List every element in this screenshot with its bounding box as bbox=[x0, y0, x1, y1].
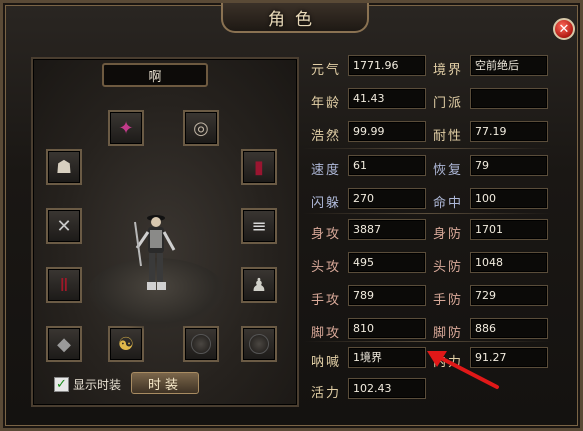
stat-value-shoufang: 729 bbox=[470, 285, 548, 306]
stat-label-yuanqi: 元气 bbox=[311, 63, 342, 78]
stat-label-mingzhong: 命中 bbox=[433, 196, 464, 211]
stat-value-mingzhong: 100 bbox=[470, 188, 548, 209]
show-fashion-checkbox[interactable]: ✓ bbox=[54, 377, 69, 392]
stat-value-shanduo: 270 bbox=[348, 188, 426, 209]
pants-icon: Ⅱ bbox=[59, 274, 69, 296]
stat-label-jingjie: 境界 bbox=[433, 63, 464, 78]
window-title: 角色 bbox=[268, 9, 322, 30]
stat-label-huoli: 活力 bbox=[311, 386, 342, 401]
yinyang-icon: ☯ bbox=[117, 333, 135, 355]
stat-label-menpai: 门派 bbox=[433, 96, 464, 111]
stat-label-haoran: 浩然 bbox=[311, 129, 342, 144]
pants-slot[interactable]: Ⅱ bbox=[46, 267, 82, 303]
stat-value-toufang: 1048 bbox=[470, 252, 548, 273]
stat-label-shenfang: 身防 bbox=[433, 227, 464, 242]
gem-icon: ◆ bbox=[57, 333, 71, 355]
stat-value-shengong: 3887 bbox=[348, 219, 426, 240]
stat-value-shougong: 789 bbox=[348, 285, 426, 306]
armor-slot[interactable]: ☗ bbox=[46, 149, 82, 185]
stat-value-yuanqi: 1771.96 bbox=[348, 55, 426, 76]
stat-label-nianling: 年龄 bbox=[311, 96, 342, 111]
close-icon: ✕ bbox=[558, 21, 570, 37]
divider bbox=[303, 213, 551, 214]
talisman-slot[interactable]: ☯ bbox=[108, 326, 144, 362]
divider bbox=[303, 148, 551, 149]
show-fashion-toggle[interactable]: ✓ 显示时装 bbox=[54, 376, 121, 393]
stat-value-menpai bbox=[470, 88, 548, 109]
empty-slot-2[interactable] bbox=[241, 326, 277, 362]
bracer-slot[interactable]: ≡ bbox=[241, 208, 277, 244]
stat-value-jiaofang: 886 bbox=[470, 318, 548, 339]
helmet-slot[interactable]: ✦ bbox=[108, 110, 144, 146]
stat-value-huoli: 102.43 bbox=[348, 378, 426, 399]
stat-value-tougong: 495 bbox=[348, 252, 426, 273]
empty-slot-icon bbox=[249, 334, 269, 354]
stat-label-shougong: 手攻 bbox=[311, 293, 342, 308]
stat-value-sudu: 61 bbox=[348, 155, 426, 176]
bracer-icon: ≡ bbox=[251, 215, 267, 237]
helmet-icon: ✦ bbox=[118, 117, 134, 139]
character-model bbox=[134, 215, 176, 290]
stat-label-naixing: 耐性 bbox=[433, 129, 464, 144]
robe-slot[interactable]: ▮ bbox=[241, 149, 277, 185]
stat-label-shengong: 身攻 bbox=[311, 227, 342, 242]
character-window: 角色 ✕ 啊 ✦ ◎ ☗ ▮ ✕ ≡ Ⅱ ♟ ◆ ☯ ✓ 显示时装 时装 元气 … bbox=[0, 0, 583, 431]
robe-icon: ▮ bbox=[254, 156, 264, 178]
stat-value-naixing: 77.19 bbox=[470, 121, 548, 142]
armor-icon: ☗ bbox=[55, 156, 73, 178]
empty-slot-icon bbox=[191, 334, 211, 354]
stat-label-huifu: 恢复 bbox=[433, 163, 464, 178]
stat-label-sudu: 速度 bbox=[311, 163, 342, 178]
stat-label-tougong: 头攻 bbox=[311, 260, 342, 275]
weapon-slot[interactable]: ✕ bbox=[46, 208, 82, 244]
ring-slot[interactable]: ◎ bbox=[183, 110, 219, 146]
boots-slot[interactable]: ♟ bbox=[241, 267, 277, 303]
stat-value-jingjie: 空前绝后 bbox=[470, 55, 548, 76]
stat-label-nahan: 呐喊 bbox=[311, 355, 342, 370]
stat-label-shanduo: 闪躲 bbox=[311, 196, 342, 211]
fashion-button[interactable]: 时装 bbox=[131, 372, 199, 394]
stat-value-jiaogong: 810 bbox=[348, 318, 426, 339]
stat-label-jiaogong: 脚攻 bbox=[311, 326, 342, 341]
title-plate: 角色 bbox=[221, 3, 369, 33]
gem-slot[interactable]: ◆ bbox=[46, 326, 82, 362]
weapon-icon: ✕ bbox=[56, 215, 72, 237]
stat-value-huifu: 79 bbox=[470, 155, 548, 176]
stat-label-shoufang: 手防 bbox=[433, 293, 464, 308]
close-button[interactable]: ✕ bbox=[553, 18, 575, 40]
stat-value-nahan: 1境界 bbox=[348, 347, 426, 368]
boots-icon: ♟ bbox=[250, 274, 268, 296]
stat-value-shenfang: 1701 bbox=[470, 219, 548, 240]
annotation-arrow-icon bbox=[427, 351, 499, 389]
stat-label-jiaofang: 脚防 bbox=[433, 326, 464, 341]
show-fashion-label: 显示时装 bbox=[73, 378, 122, 392]
empty-slot-1[interactable] bbox=[183, 326, 219, 362]
stat-label-toufang: 头防 bbox=[433, 260, 464, 275]
stat-value-nianling: 41.43 bbox=[348, 88, 426, 109]
ring-icon: ◎ bbox=[193, 117, 209, 139]
stat-value-haoran: 99.99 bbox=[348, 121, 426, 142]
divider bbox=[303, 341, 551, 342]
character-name: 啊 bbox=[102, 63, 208, 87]
